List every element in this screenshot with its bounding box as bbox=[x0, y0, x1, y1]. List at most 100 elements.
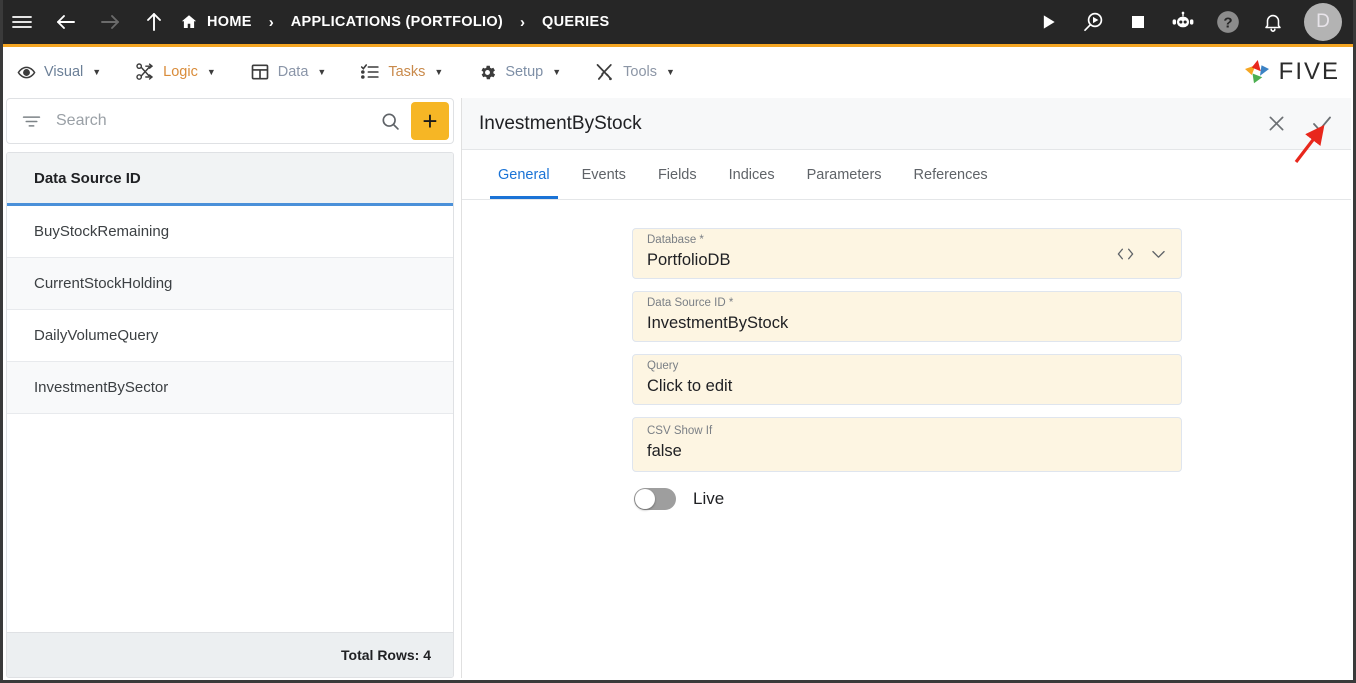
chevron-down-icon: ▼ bbox=[92, 67, 102, 77]
tab-references[interactable]: References bbox=[898, 150, 1004, 199]
table-row[interactable]: BuyStockRemaining bbox=[7, 206, 453, 258]
five-wordmark: FIVE bbox=[1278, 58, 1340, 85]
search-bar: + bbox=[6, 98, 454, 144]
forward-arrow-icon bbox=[88, 0, 132, 46]
tab-general[interactable]: General bbox=[482, 150, 566, 199]
application-menu-bar: Visual ▼ Logic ▼ Data ▼ Tasks ▼ Setup ▼ bbox=[0, 50, 1356, 94]
checklist-icon bbox=[360, 62, 380, 82]
tab-parameters[interactable]: Parameters bbox=[791, 150, 898, 199]
field-value: InvestmentByStock bbox=[647, 314, 789, 333]
page-title: InvestmentByStock bbox=[479, 112, 642, 134]
menu-item-tasks[interactable]: Tasks ▼ bbox=[360, 62, 443, 82]
query-detail-panel: InvestmentByStock General Events Fields … bbox=[461, 98, 1351, 678]
chatbot-icon[interactable] bbox=[1163, 0, 1203, 46]
row-label: BuyStockRemaining bbox=[34, 223, 170, 240]
field-label: Database * bbox=[647, 234, 704, 247]
home-icon bbox=[180, 13, 198, 31]
close-x-icon[interactable] bbox=[1261, 109, 1291, 139]
tab-label: Indices bbox=[728, 166, 775, 183]
field-value: Click to edit bbox=[647, 377, 733, 396]
chevron-down-icon: ▼ bbox=[434, 67, 444, 77]
query-field[interactable]: Query Click to edit bbox=[632, 354, 1182, 405]
checkmark-icon[interactable] bbox=[1307, 109, 1337, 139]
menu-item-visual[interactable]: Visual ▼ bbox=[16, 62, 101, 82]
row-label: CurrentStockHolding bbox=[34, 275, 173, 292]
field-label: CSV Show If bbox=[647, 425, 713, 438]
tab-label: Parameters bbox=[806, 166, 882, 183]
queries-list-panel: + Data Source ID BuyStockRemaining Curre… bbox=[6, 98, 454, 678]
debug-search-icon[interactable] bbox=[1073, 0, 1113, 46]
data-source-id-field[interactable]: Data Source ID * InvestmentByStock bbox=[632, 291, 1182, 342]
row-label: InvestmentBySector bbox=[34, 379, 169, 396]
tab-fields[interactable]: Fields bbox=[642, 150, 713, 199]
row-label: DailyVolumeQuery bbox=[34, 327, 159, 344]
chevron-down-icon: ▼ bbox=[206, 67, 216, 77]
table-row[interactable]: DailyVolumeQuery bbox=[7, 310, 453, 362]
general-tab-form: Database * PortfolioDB Data Source ID * … bbox=[462, 200, 1351, 678]
menu-label-logic: Logic bbox=[163, 64, 198, 80]
topbar-left-group: HOME › APPLICATIONS (PORTFOLIO) › QUERIE… bbox=[0, 0, 613, 44]
menu-label-setup: Setup bbox=[505, 64, 544, 80]
breadcrumb-item-queries[interactable]: QUERIES bbox=[538, 14, 613, 30]
run-icon[interactable] bbox=[1028, 0, 1068, 46]
menu-label-tools: Tools bbox=[623, 64, 657, 80]
tab-events[interactable]: Events bbox=[566, 150, 642, 199]
stop-icon[interactable] bbox=[1118, 0, 1158, 46]
tools-cross-icon bbox=[595, 62, 615, 82]
add-query-button[interactable]: + bbox=[411, 102, 449, 140]
tab-label: Fields bbox=[657, 166, 697, 183]
menu-label-tasks: Tasks bbox=[388, 64, 426, 80]
tab-indices[interactable]: Indices bbox=[713, 150, 791, 199]
back-arrow-icon[interactable] bbox=[44, 0, 88, 46]
field-label: Data Source ID * bbox=[647, 297, 734, 310]
database-field-icons bbox=[1116, 246, 1168, 262]
five-pinwheel-icon bbox=[1244, 60, 1269, 84]
table-row[interactable]: InvestmentBySector bbox=[7, 362, 453, 414]
search-icon[interactable] bbox=[370, 111, 411, 132]
breadcrumb-label-queries: QUERIES bbox=[542, 14, 610, 30]
search-input[interactable] bbox=[56, 112, 370, 130]
up-arrow-icon[interactable] bbox=[132, 0, 176, 46]
database-field[interactable]: Database * PortfolioDB bbox=[632, 228, 1182, 279]
detail-header-actions bbox=[1261, 109, 1337, 139]
menu-label-data: Data bbox=[277, 64, 309, 80]
breadcrumb-label-home: HOME bbox=[207, 14, 252, 30]
live-toggle-label: Live bbox=[693, 489, 725, 508]
five-brand-logo: FIVE bbox=[1242, 57, 1340, 87]
detail-tabs: General Events Fields Indices Parameters… bbox=[462, 150, 1351, 200]
csv-show-if-field[interactable]: CSV Show If false bbox=[632, 417, 1182, 472]
topbar-action-group: ? D bbox=[1028, 0, 1356, 44]
chevron-down-icon[interactable] bbox=[1149, 246, 1168, 262]
field-value: PortfolioDB bbox=[647, 251, 731, 270]
field-value: false bbox=[647, 442, 682, 461]
tab-label: General bbox=[498, 166, 550, 183]
menu-item-data[interactable]: Data ▼ bbox=[250, 62, 326, 82]
field-label: Query bbox=[647, 360, 679, 373]
breadcrumb-item-home[interactable]: HOME bbox=[176, 13, 256, 31]
gear-icon bbox=[477, 62, 497, 82]
help-icon[interactable]: ? bbox=[1208, 0, 1248, 46]
live-toggle[interactable] bbox=[634, 488, 676, 510]
eye-icon bbox=[16, 62, 36, 82]
menu-item-setup[interactable]: Setup ▼ bbox=[477, 62, 561, 82]
grid-column-header-data-source-id[interactable]: Data Source ID bbox=[7, 153, 453, 206]
menu-item-logic[interactable]: Logic ▼ bbox=[135, 62, 216, 82]
live-toggle-row: Live bbox=[634, 488, 1182, 510]
breadcrumb-separator: › bbox=[520, 13, 526, 31]
breadcrumb-label-applications: APPLICATIONS (PORTFOLIO) bbox=[290, 14, 504, 30]
breadcrumb-item-applications[interactable]: APPLICATIONS (PORTFOLIO) bbox=[287, 14, 507, 30]
notifications-bell-icon[interactable] bbox=[1253, 0, 1293, 46]
total-rows-label: Total Rows: 4 bbox=[7, 632, 453, 677]
table-row[interactable]: CurrentStockHolding bbox=[7, 258, 453, 310]
chevron-down-icon: ▼ bbox=[552, 67, 562, 77]
hamburger-menu-icon[interactable] bbox=[0, 0, 44, 46]
menu-label-visual: Visual bbox=[44, 64, 84, 80]
toggle-knob bbox=[635, 489, 655, 509]
tab-label: Events bbox=[581, 166, 626, 183]
filter-icon[interactable] bbox=[21, 111, 42, 132]
code-brackets-icon[interactable] bbox=[1116, 246, 1135, 262]
grid-body: BuyStockRemaining CurrentStockHolding Da… bbox=[7, 206, 453, 632]
avatar[interactable]: D bbox=[1304, 3, 1342, 41]
svg-text:?: ? bbox=[1223, 14, 1232, 31]
menu-item-tools[interactable]: Tools ▼ bbox=[595, 62, 675, 82]
